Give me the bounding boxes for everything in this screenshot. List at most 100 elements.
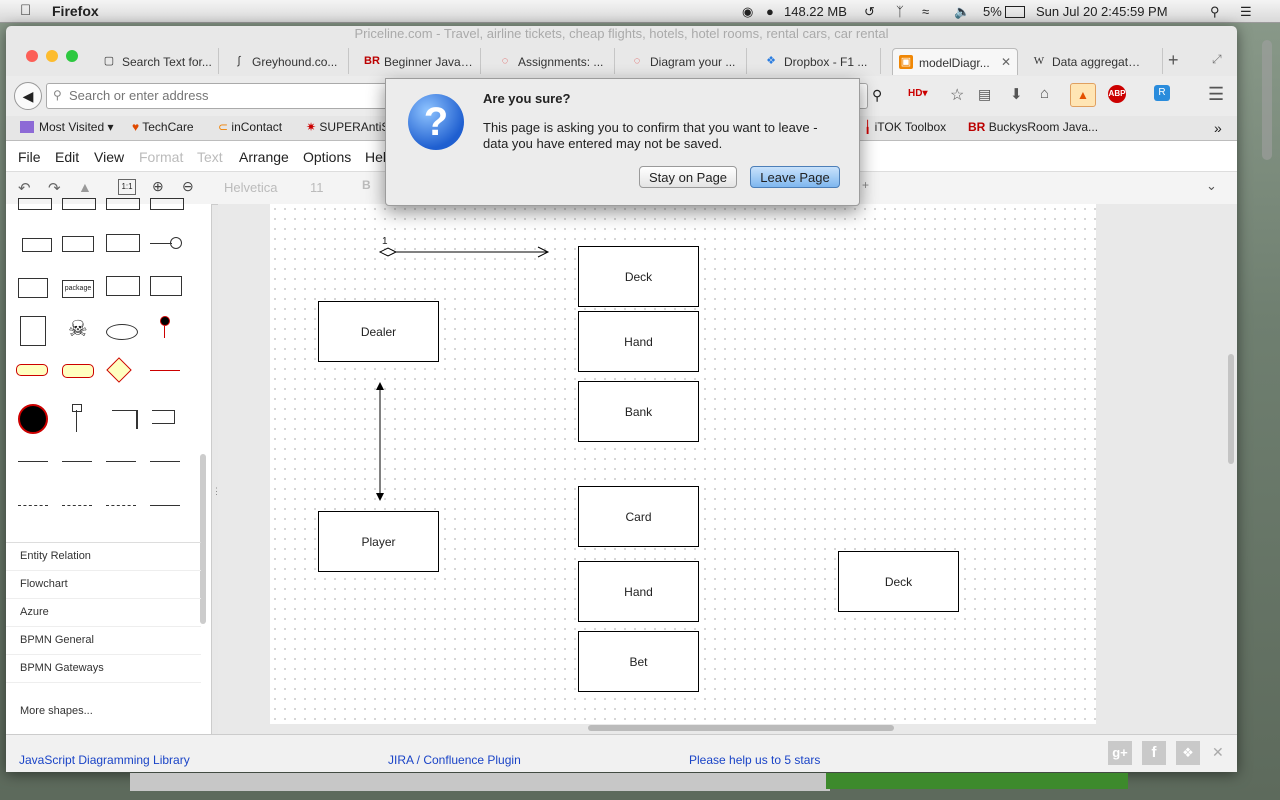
- bookmark-superantispyware[interactable]: ✷ SUPERAntiS: [306, 120, 389, 134]
- activity-split-shape[interactable]: [62, 364, 94, 378]
- dependency-line[interactable]: [62, 505, 92, 506]
- dependency-line[interactable]: [18, 505, 48, 506]
- google-plus-icon[interactable]: g+: [1108, 741, 1132, 765]
- bookmarks-overflow-icon[interactable]: »: [1214, 120, 1222, 136]
- redo-icon[interactable]: ↷: [48, 179, 61, 197]
- bold-button[interactable]: B: [362, 178, 371, 192]
- class-dealer[interactable]: Dealer: [318, 301, 439, 362]
- spotlight-icon[interactable]: ⚲: [1210, 4, 1220, 20]
- stay-on-page-button[interactable]: Stay on Page: [639, 166, 737, 188]
- final-state-icon[interactable]: [18, 404, 48, 434]
- category-azure[interactable]: Azure: [20, 606, 49, 618]
- actor-icon[interactable]: ☠: [68, 316, 88, 342]
- tab-4[interactable]: ◌ Diagram your ...: [624, 48, 747, 74]
- close-footer-icon[interactable]: ✕: [1212, 744, 1224, 761]
- tab-3[interactable]: ◌ Assignments: ...: [492, 48, 615, 74]
- activity-shape[interactable]: [16, 364, 48, 376]
- tab-1[interactable]: ∫ Greyhound.co...: [226, 48, 349, 74]
- vertical-scrollbar[interactable]: [1228, 354, 1234, 464]
- dropbox-status-icon[interactable]: ◉: [742, 4, 753, 20]
- shape-item[interactable]: [62, 198, 96, 210]
- tab-7[interactable]: W Data aggregato...: [1026, 48, 1163, 74]
- close-tab-icon[interactable]: ✕: [1001, 55, 1011, 69]
- use-case-shape[interactable]: [106, 324, 138, 340]
- menu-file[interactable]: File: [18, 149, 41, 165]
- hd-icon[interactable]: HD▾: [908, 88, 927, 99]
- leave-page-button[interactable]: Leave Page: [750, 166, 840, 188]
- wifi-icon[interactable]: ≈: [922, 4, 929, 19]
- home-icon[interactable]: ⌂: [1040, 85, 1049, 102]
- footer-link-diagramming-library[interactable]: JavaScript Diagramming Library: [19, 753, 190, 767]
- tab-2[interactable]: BR Beginner JavaS...: [358, 48, 481, 74]
- lollipop-shape[interactable]: [150, 243, 172, 244]
- undo-icon[interactable]: ↶: [18, 179, 31, 197]
- extension-r-icon[interactable]: R: [1154, 85, 1170, 101]
- search-button-icon[interactable]: ⚲: [872, 87, 882, 104]
- class-bank[interactable]: Bank: [578, 381, 699, 442]
- directed-line[interactable]: [150, 461, 180, 462]
- component-shape[interactable]: [22, 238, 52, 252]
- message-line[interactable]: [150, 505, 180, 506]
- reading-list-icon[interactable]: ▤: [978, 86, 991, 103]
- decision-shape[interactable]: [106, 357, 132, 383]
- time-machine-icon[interactable]: ↺: [864, 4, 875, 20]
- horizontal-scrollbar[interactable]: [588, 725, 894, 731]
- return-shape[interactable]: [152, 410, 175, 424]
- menu-view[interactable]: View: [94, 149, 124, 165]
- facebook-icon[interactable]: f: [1142, 741, 1166, 765]
- font-size-select[interactable]: 11: [310, 180, 324, 195]
- self-call-shape[interactable]: [112, 410, 138, 429]
- class-hand-2[interactable]: Hand: [578, 561, 699, 622]
- download-icon[interactable]: ⬇: [1010, 85, 1023, 103]
- object-shape[interactable]: [106, 276, 140, 296]
- hamburger-menu-icon[interactable]: ☰: [1208, 84, 1224, 105]
- bookmark-itok[interactable]: ╽ iTOK Toolbox: [864, 120, 946, 134]
- bookmark-star-icon[interactable]: ☆: [950, 85, 964, 105]
- shape-item[interactable]: [150, 198, 184, 210]
- menu-format[interactable]: Format: [139, 149, 183, 165]
- bookmark-techcare[interactable]: ♥ TechCare: [132, 120, 194, 134]
- shape-item[interactable]: [106, 198, 140, 210]
- shape-item[interactable]: [18, 198, 52, 210]
- bookmark-incontact[interactable]: ⊂ inContact: [218, 120, 282, 134]
- note-shape[interactable]: [20, 316, 46, 346]
- notification-center-icon[interactable]: ☰: [1240, 4, 1252, 20]
- lifeline-head[interactable]: [72, 404, 82, 412]
- footer-link-rate-stars[interactable]: Please help us to 5 stars: [689, 753, 820, 767]
- class-deck-2[interactable]: Deck: [838, 551, 959, 612]
- more-shapes-link[interactable]: More shapes...: [20, 705, 93, 717]
- class-hand[interactable]: Hand: [578, 311, 699, 372]
- class-deck[interactable]: Deck: [578, 246, 699, 307]
- tab-6-active[interactable]: ▣ modelDiagr... ✕: [892, 48, 1018, 75]
- realization-line[interactable]: [106, 505, 136, 506]
- tab-0[interactable]: ▢ Search Text for...: [96, 48, 219, 74]
- adblock-icon[interactable]: ABP: [1108, 85, 1126, 103]
- table-shape[interactable]: [106, 234, 140, 252]
- bookmark-most-visited[interactable]: Most Visited ▾: [20, 120, 114, 134]
- package-shape[interactable]: package: [62, 280, 94, 298]
- class-bet[interactable]: Bet: [578, 631, 699, 692]
- twitter-icon[interactable]: ❖: [1176, 741, 1200, 765]
- zoom-in-icon[interactable]: ⊕: [152, 178, 164, 195]
- directed-line[interactable]: [106, 461, 136, 462]
- category-flowchart[interactable]: Flowchart: [20, 578, 68, 590]
- diagram-page[interactable]: 1 Deck Hand Bank Dealer Player Card Hand…: [270, 204, 1096, 724]
- delete-icon[interactable]: ▲: [78, 179, 92, 195]
- fullscreen-icon[interactable]: ⤢: [1212, 52, 1222, 67]
- apple-icon[interactable]: : [20, 2, 31, 19]
- node-shape[interactable]: [62, 236, 94, 252]
- class-card[interactable]: Card: [578, 486, 699, 547]
- font-family-select[interactable]: Helvetica: [224, 180, 277, 195]
- toolbar-plus-icon[interactable]: +: [862, 178, 869, 192]
- initial-state-icon[interactable]: [160, 316, 170, 326]
- category-bpmn-gateways[interactable]: BPMN Gateways: [20, 662, 104, 674]
- association-line[interactable]: [18, 461, 48, 462]
- frame-shape[interactable]: [18, 278, 48, 298]
- volume-icon[interactable]: 🔈: [954, 4, 970, 20]
- clock[interactable]: Sun Jul 20 2:45:59 PM: [1036, 4, 1168, 19]
- firebug-icon[interactable]: ▲: [1070, 83, 1096, 107]
- tab-5[interactable]: ❖ Dropbox - F1 ...: [758, 48, 881, 74]
- bookmark-buckysroom[interactable]: BR BuckysRoom Java...: [968, 120, 1098, 134]
- app-name[interactable]: Firefox: [52, 3, 99, 19]
- new-tab-button[interactable]: +: [1168, 50, 1179, 71]
